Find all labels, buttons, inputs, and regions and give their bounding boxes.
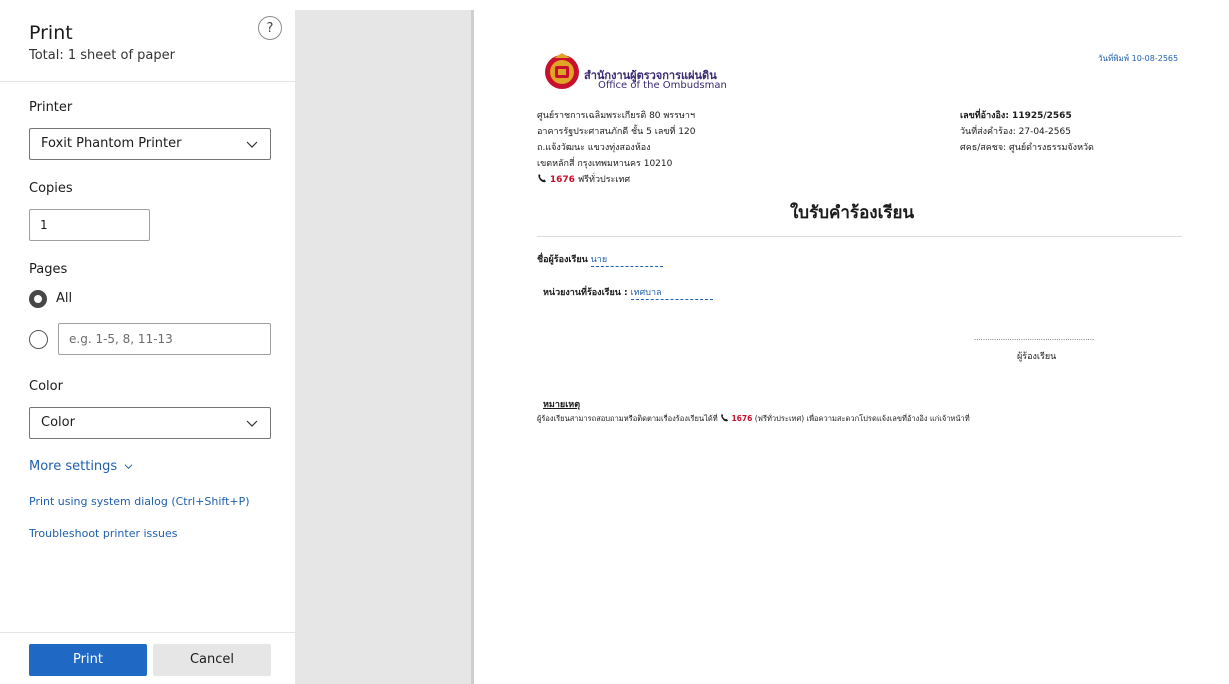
document-heading: ใบรับคำร้องเรียน [790,203,915,223]
address-line-4: เขตหลักสี่ กรุงเทพมหานคร 10210 [537,159,673,169]
reference-number: เลขที่อ้างอิง: 11925/2565 [960,111,1072,121]
chevron-down-icon [124,464,133,470]
pages-all-label: All [56,291,73,306]
complainant-row: ชื่อผู้ร้องเรียน นาย [537,252,663,267]
hotline-text: ฟรีทั่วประเทศ [577,175,631,185]
print-settings-panel: Print Total: 1 sheet of paper ? Printer … [0,0,295,684]
agency-label: หน่วยงานที่ร้องเรียน : [543,288,628,298]
org-name-en: Office of the Ombudsman [598,80,727,91]
footer-divider [0,632,295,633]
agency-row: หน่วยงานที่ร้องเรียน : เทศบาล [543,285,713,300]
hotline-number: 1676 [549,175,575,185]
print-date: วันที่พิมพ์ 10-08-2565 [1098,54,1179,63]
pages-custom-radio[interactable] [29,330,48,349]
cancel-button[interactable]: Cancel [153,644,271,676]
note-text: ผู้ร้องเรียนสามารถสอบถามหรือติดตามเรื่อง… [537,413,970,425]
chevron-down-icon [246,141,258,148]
printer-label: Printer [29,100,73,115]
address-line-1: ศูนย์ราชการเฉลิมพระเกียรติ 80 พรรษาฯ [537,111,696,121]
complainant-value: นาย [590,252,663,267]
troubleshoot-link[interactable]: Troubleshoot printer issues [29,527,177,540]
signature-line: ........................................… [974,334,1095,342]
signature-label: ผู้ร้องเรียน [1017,352,1057,362]
address-line-2: อาคารรัฐประศาสนภักดี ชั้น 5 เลขที่ 120 [537,127,696,137]
center-name: ศคธ/สคชจ: ศูนย์ดำรงธรรมจังหวัด [960,143,1094,153]
chevron-down-icon [246,420,258,427]
preview-page[interactable]: วันที่พิมพ์ 10-08-2565 สำนักงานผู้ตรวจกา… [474,10,1229,684]
hotline: 1676 ฟรีทั่วประเทศ [537,172,630,186]
copies-label: Copies [29,181,73,196]
note-text-part-2: (ฟรีทั่วประเทศ) เพื่อความสะดวกโปรดแจ้งเล… [754,414,970,423]
preview-background [295,10,473,684]
printer-select[interactable]: Foxit Phantom Printer [29,128,271,160]
more-settings-label: More settings [29,459,118,474]
header-divider [0,81,295,82]
note-number: 1676 [731,414,753,423]
ombudsman-emblem-icon [545,53,579,89]
system-dialog-link[interactable]: Print using system dialog (Ctrl+Shift+P) [29,495,250,508]
more-settings-link[interactable]: More settings [29,459,133,474]
note-title: หมายเหตุ [543,400,581,410]
pages-all-radio[interactable] [29,290,47,308]
pages-range-input[interactable]: e.g. 1-5, 8, 11-13 [58,323,271,355]
heading-divider [537,236,1182,237]
address-line-3: ถ.แจ้งวัฒนะ แขวงทุ่งสองห้อง [537,143,651,153]
color-select-value: Color [41,415,75,430]
agency-value: เทศบาล [630,285,713,300]
phone-icon [538,174,546,183]
sheet-count: Total: 1 sheet of paper [29,48,175,63]
color-label: Color [29,379,63,394]
pages-label: Pages [29,262,68,277]
dialog-title: Print [29,22,73,44]
phone-icon [721,413,729,422]
print-button[interactable]: Print [29,644,147,676]
printer-select-value: Foxit Phantom Printer [41,136,182,151]
submit-date: วันที่ส่งคำร้อง: 27-04-2565 [960,127,1071,137]
color-select[interactable]: Color [29,407,271,439]
help-button[interactable]: ? [258,16,282,40]
complainant-label: ชื่อผู้ร้องเรียน [537,255,588,265]
copies-input[interactable]: 1 [29,209,150,241]
note-text-part-1: ผู้ร้องเรียนสามารถสอบถามหรือติดตามเรื่อง… [537,414,718,423]
